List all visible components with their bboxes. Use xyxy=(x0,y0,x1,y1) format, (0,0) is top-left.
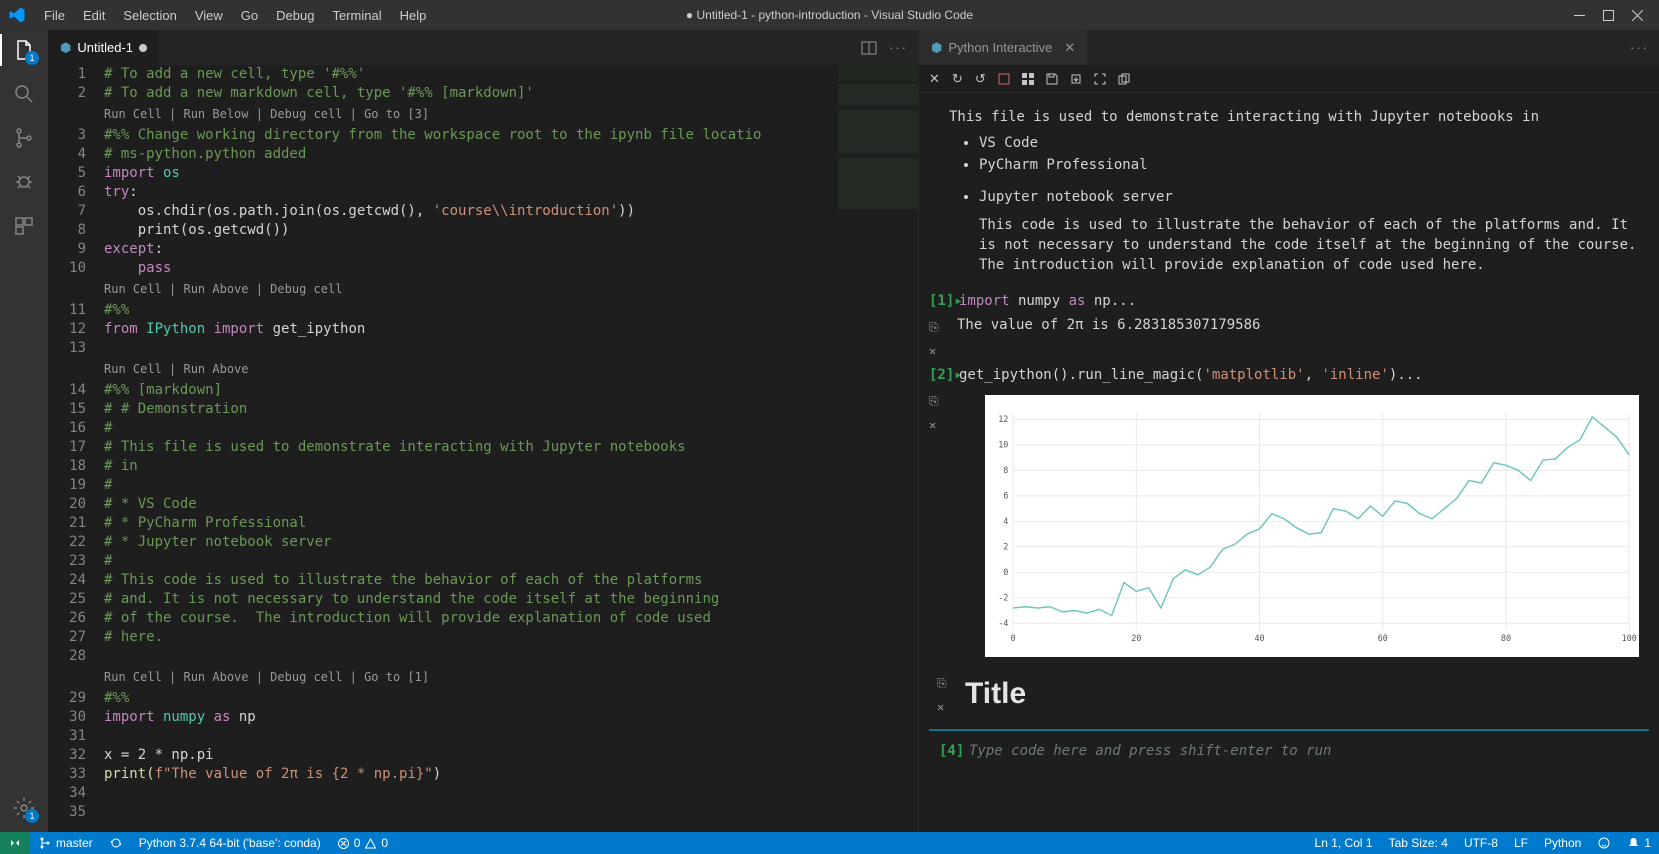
svg-text:-4: -4 xyxy=(999,618,1009,628)
input-placeholder: Type code here and press shift-enter to … xyxy=(969,741,1331,761)
tab-python-interactive[interactable]: ⬢ Python Interactive ✕ xyxy=(919,30,1088,65)
svg-text:4: 4 xyxy=(1004,516,1009,526)
tab-label: Python Interactive xyxy=(948,40,1052,55)
tab-label: Untitled-1 xyxy=(77,40,133,55)
gear-icon[interactable]: 1 xyxy=(12,796,36,820)
close-icon[interactable]: ✕ xyxy=(1064,40,1075,56)
export-icon[interactable] xyxy=(1070,73,1082,85)
extensions-icon[interactable] xyxy=(12,214,36,238)
activity-bar: 1 1 xyxy=(0,30,48,832)
git-branch[interactable]: master xyxy=(30,832,101,854)
python-file-icon: ⬢ xyxy=(60,40,71,56)
svg-text:100: 100 xyxy=(1622,633,1637,643)
svg-text:10: 10 xyxy=(999,440,1009,450)
feedback-icon[interactable] xyxy=(1589,836,1619,850)
remote-indicator[interactable] xyxy=(0,832,30,854)
editor-body[interactable]: 1# To add a new cell, type '#%%' 2# To a… xyxy=(48,65,918,832)
title-cell: ⎘ ✕ Title xyxy=(919,665,1659,723)
notifications[interactable]: 1 xyxy=(1619,836,1659,850)
svg-text:2: 2 xyxy=(1004,542,1009,552)
minimize-icon[interactable] xyxy=(1574,10,1585,21)
indent[interactable]: Tab Size: 4 xyxy=(1381,836,1456,850)
svg-text:-2: -2 xyxy=(999,593,1009,603)
maximize-icon[interactable] xyxy=(1603,10,1614,21)
svg-text:40: 40 xyxy=(1255,633,1265,643)
markdown-output: This file is used to demonstrate interac… xyxy=(919,101,1659,289)
more-actions-icon[interactable]: ··· xyxy=(1630,40,1649,55)
svg-text:8: 8 xyxy=(1004,465,1009,475)
status-bar: master Python 3.7.4 64-bit ('base': cond… xyxy=(0,832,1659,854)
menu-file[interactable]: File xyxy=(36,4,73,27)
svg-text:60: 60 xyxy=(1378,633,1388,643)
delete-cell-icon[interactable]: ✕ xyxy=(929,341,953,361)
scm-icon[interactable] xyxy=(12,126,36,150)
delete-cell-icon[interactable]: ✕ xyxy=(937,697,955,717)
grid-icon[interactable] xyxy=(1022,73,1034,85)
cancel-icon[interactable]: ✕ xyxy=(929,71,940,87)
cursor-position[interactable]: Ln 1, Col 1 xyxy=(1307,836,1381,850)
sync-icon[interactable] xyxy=(101,832,131,854)
menu-edit[interactable]: Edit xyxy=(75,4,113,27)
cell-1-output: The value of 2π is 6.283185307179586 xyxy=(953,315,1649,335)
copy-icon[interactable] xyxy=(1118,73,1130,85)
codelens-3[interactable]: Run Cell | Run Above xyxy=(48,360,918,379)
interactive-toolbar: ✕ ↻ ↺ xyxy=(919,65,1659,93)
copy-cell-icon[interactable]: ⎘ xyxy=(937,673,955,693)
dirty-dot-icon xyxy=(139,44,147,52)
codelens-1[interactable]: Run Cell | Run Below | Debug cell | Go t… xyxy=(48,105,918,124)
search-icon[interactable] xyxy=(12,82,36,106)
eol[interactable]: LF xyxy=(1506,836,1536,850)
svg-text:0: 0 xyxy=(1011,633,1016,643)
input-caret: [4] xyxy=(939,741,969,761)
svg-text:0: 0 xyxy=(1004,567,1009,577)
menu-go[interactable]: Go xyxy=(233,4,266,27)
menu-help[interactable]: Help xyxy=(392,4,435,27)
codelens-4[interactable]: Run Cell | Run Above | Debug cell | Go t… xyxy=(48,668,918,687)
more-actions-icon[interactable]: ··· xyxy=(889,40,908,55)
cell-1: [1]▸ import numpy as np... xyxy=(919,289,1659,313)
encoding[interactable]: UTF-8 xyxy=(1456,836,1506,850)
stop-icon[interactable] xyxy=(998,73,1010,85)
svg-text:80: 80 xyxy=(1501,633,1511,643)
svg-text:6: 6 xyxy=(1004,491,1009,501)
cell-caret: [1]▸ xyxy=(929,291,959,311)
interactive-content: This file is used to demonstrate interac… xyxy=(919,93,1659,832)
problems[interactable]: 0 0 xyxy=(329,832,396,854)
split-editor-icon[interactable] xyxy=(861,40,877,56)
expand-icon[interactable] xyxy=(1094,73,1106,85)
codelens-2[interactable]: Run Cell | Run Above | Debug cell xyxy=(48,280,918,299)
interactive-tabs: ⬢ Python Interactive ✕ ··· xyxy=(919,30,1659,65)
input-cell[interactable]: [4] Type code here and press shift-enter… xyxy=(929,729,1649,771)
vscode-logo-icon xyxy=(8,6,26,24)
menu-terminal[interactable]: Terminal xyxy=(324,4,389,27)
svg-text:20: 20 xyxy=(1132,633,1142,643)
menu-view[interactable]: View xyxy=(187,4,231,27)
python-icon: ⬢ xyxy=(931,40,942,56)
save-icon[interactable] xyxy=(1046,73,1058,85)
redo-icon[interactable]: ↻ xyxy=(952,71,963,87)
editor-tabs: ⬢ Untitled-1 ··· xyxy=(48,30,918,65)
delete-cell-icon[interactable]: ✕ xyxy=(929,415,951,435)
undo-icon[interactable]: ↺ xyxy=(975,71,986,87)
title-bar: File Edit Selection View Go Debug Termin… xyxy=(0,0,1659,30)
gear-badge: 1 xyxy=(25,809,39,823)
menu-bar: File Edit Selection View Go Debug Termin… xyxy=(36,4,434,27)
menu-debug[interactable]: Debug xyxy=(268,4,322,27)
debug-icon[interactable] xyxy=(12,170,36,194)
python-env[interactable]: Python 3.7.4 64-bit ('base': conda) xyxy=(131,832,329,854)
svg-text:12: 12 xyxy=(999,414,1009,424)
window-title: ● Untitled-1 - python-introduction - Vis… xyxy=(686,8,973,22)
copy-cell-icon[interactable]: ⎘ xyxy=(929,317,953,337)
close-icon[interactable] xyxy=(1632,10,1643,21)
tab-untitled[interactable]: ⬢ Untitled-1 xyxy=(48,30,160,65)
explorer-icon[interactable]: 1 xyxy=(12,38,36,62)
explorer-badge: 1 xyxy=(25,51,39,65)
menu-selection[interactable]: Selection xyxy=(115,4,184,27)
language-mode[interactable]: Python xyxy=(1536,836,1589,850)
output-chart: -4 -2 0 2 4 6 8 10 12 0 20 40 60 80 100 xyxy=(985,395,1639,657)
cell-2: [2]▸ get_ipython().run_line_magic('matpl… xyxy=(919,363,1659,387)
copy-cell-icon[interactable]: ⎘ xyxy=(929,391,951,411)
